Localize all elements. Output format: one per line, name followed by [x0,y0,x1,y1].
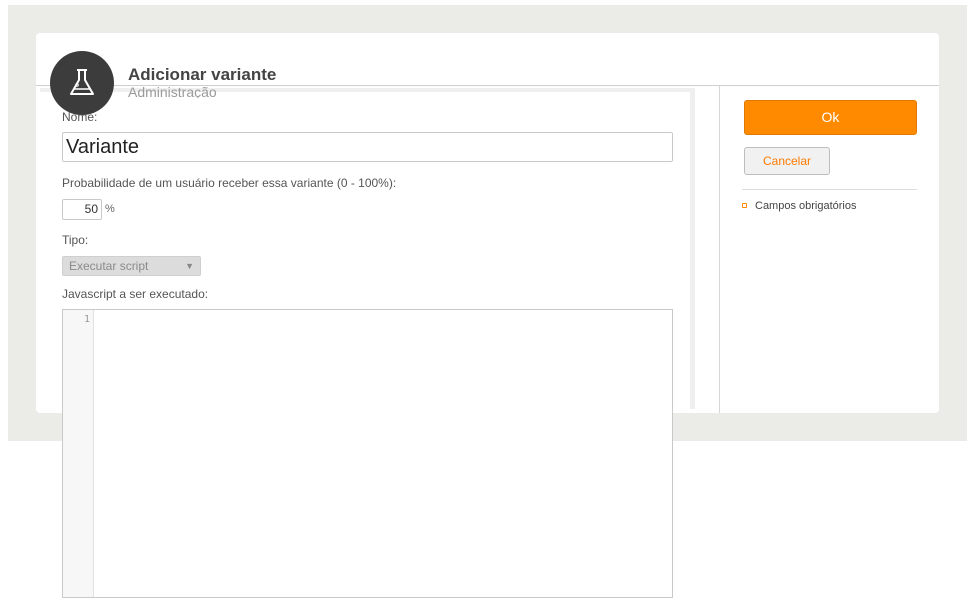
flask-avatar [50,51,114,115]
page-subtitle: Administração [128,84,217,98]
ok-button[interactable]: Ok [744,100,917,135]
line-number: 1 [83,314,90,325]
name-label: Nome: [62,110,98,124]
probability-label: Probabilidade de um usuário receber essa… [62,176,397,190]
required-marker-icon [742,203,747,208]
required-fields-note: Campos obrigatórios [755,200,857,212]
name-input[interactable] [62,132,673,162]
script-label: Javascript a ser executado: [62,287,209,301]
page-title: Adicionar variante [128,65,277,84]
sidebar-separator [742,189,917,190]
sidebar-divider [719,86,720,413]
editor-gutter: 1 [63,310,94,597]
cancel-button[interactable]: Cancelar [744,147,830,175]
type-select[interactable]: Executar script ▼ [62,256,201,276]
flask-icon [70,69,94,95]
probability-input[interactable]: 50 [62,199,102,220]
type-label: Tipo: [62,233,89,247]
script-editor[interactable]: 1 [62,309,673,598]
type-select-value: Executar script [69,259,149,273]
dropdown-arrow-icon: ▼ [185,261,194,271]
percent-unit: % [105,203,115,215]
